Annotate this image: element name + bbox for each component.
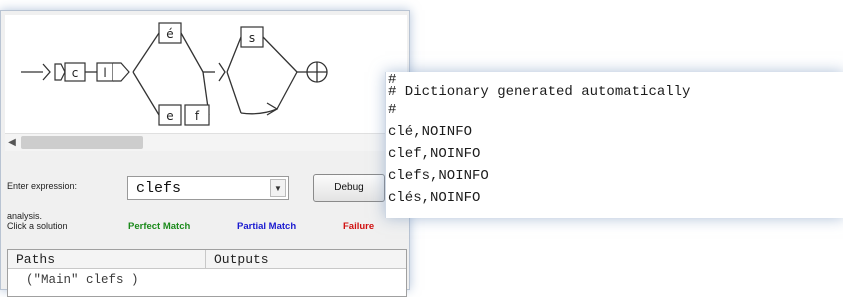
graph-label-l: l [103,66,106,80]
dictionary-entry: clef,NOINFO [388,146,481,162]
column-header-outputs[interactable]: Outputs [206,250,406,269]
debug-button[interactable]: Debug [313,174,385,202]
hint-line-2: Click a solution [7,221,68,231]
hint-line-1: analysis. [7,211,43,221]
dictionary-entry: clés,NOINFO [388,190,481,206]
legend-perfect-match: Perfect Match [128,221,191,232]
legend-failure: Failure [343,221,375,232]
scroll-left-icon[interactable]: ◀ [5,134,19,151]
dictionary-panel: # # Dictionary generated automatically #… [385,72,843,218]
dictionary-line: # [388,102,397,118]
graph-label-s: s [249,31,255,45]
chevron-down-icon[interactable]: ▼ [270,179,286,197]
legend-partial-match: Partial Match [237,221,297,232]
expression-value[interactable]: clefs [136,180,181,197]
dictionary-entry: clé,NOINFO [388,124,473,140]
grammar-graph-svg: c l é e f s [21,22,328,126]
grammar-graph[interactable]: c l é e f s [5,15,407,133]
debug-window: c l é e f s ◀ ▶ Enter expression: clefs … [0,10,410,297]
horizontal-scrollbar[interactable]: ◀ ▶ [5,133,407,151]
graph-label-e-acute: é [166,27,173,41]
graph-label-c: c [72,66,79,80]
enter-expression-label: Enter expression: [7,181,78,191]
graph-label-e: e [166,109,173,123]
scrollbar-thumb[interactable] [21,136,143,149]
table-row[interactable]: ("Main" clefs ) [26,273,139,287]
expression-combobox[interactable]: clefs ▼ [127,176,289,200]
dictionary-line: # Dictionary generated automatically [388,84,691,100]
hint-text: analysis. Click a solution [7,211,68,231]
column-header-paths[interactable]: Paths [8,250,206,269]
dictionary-entry: clefs,NOINFO [388,168,489,184]
